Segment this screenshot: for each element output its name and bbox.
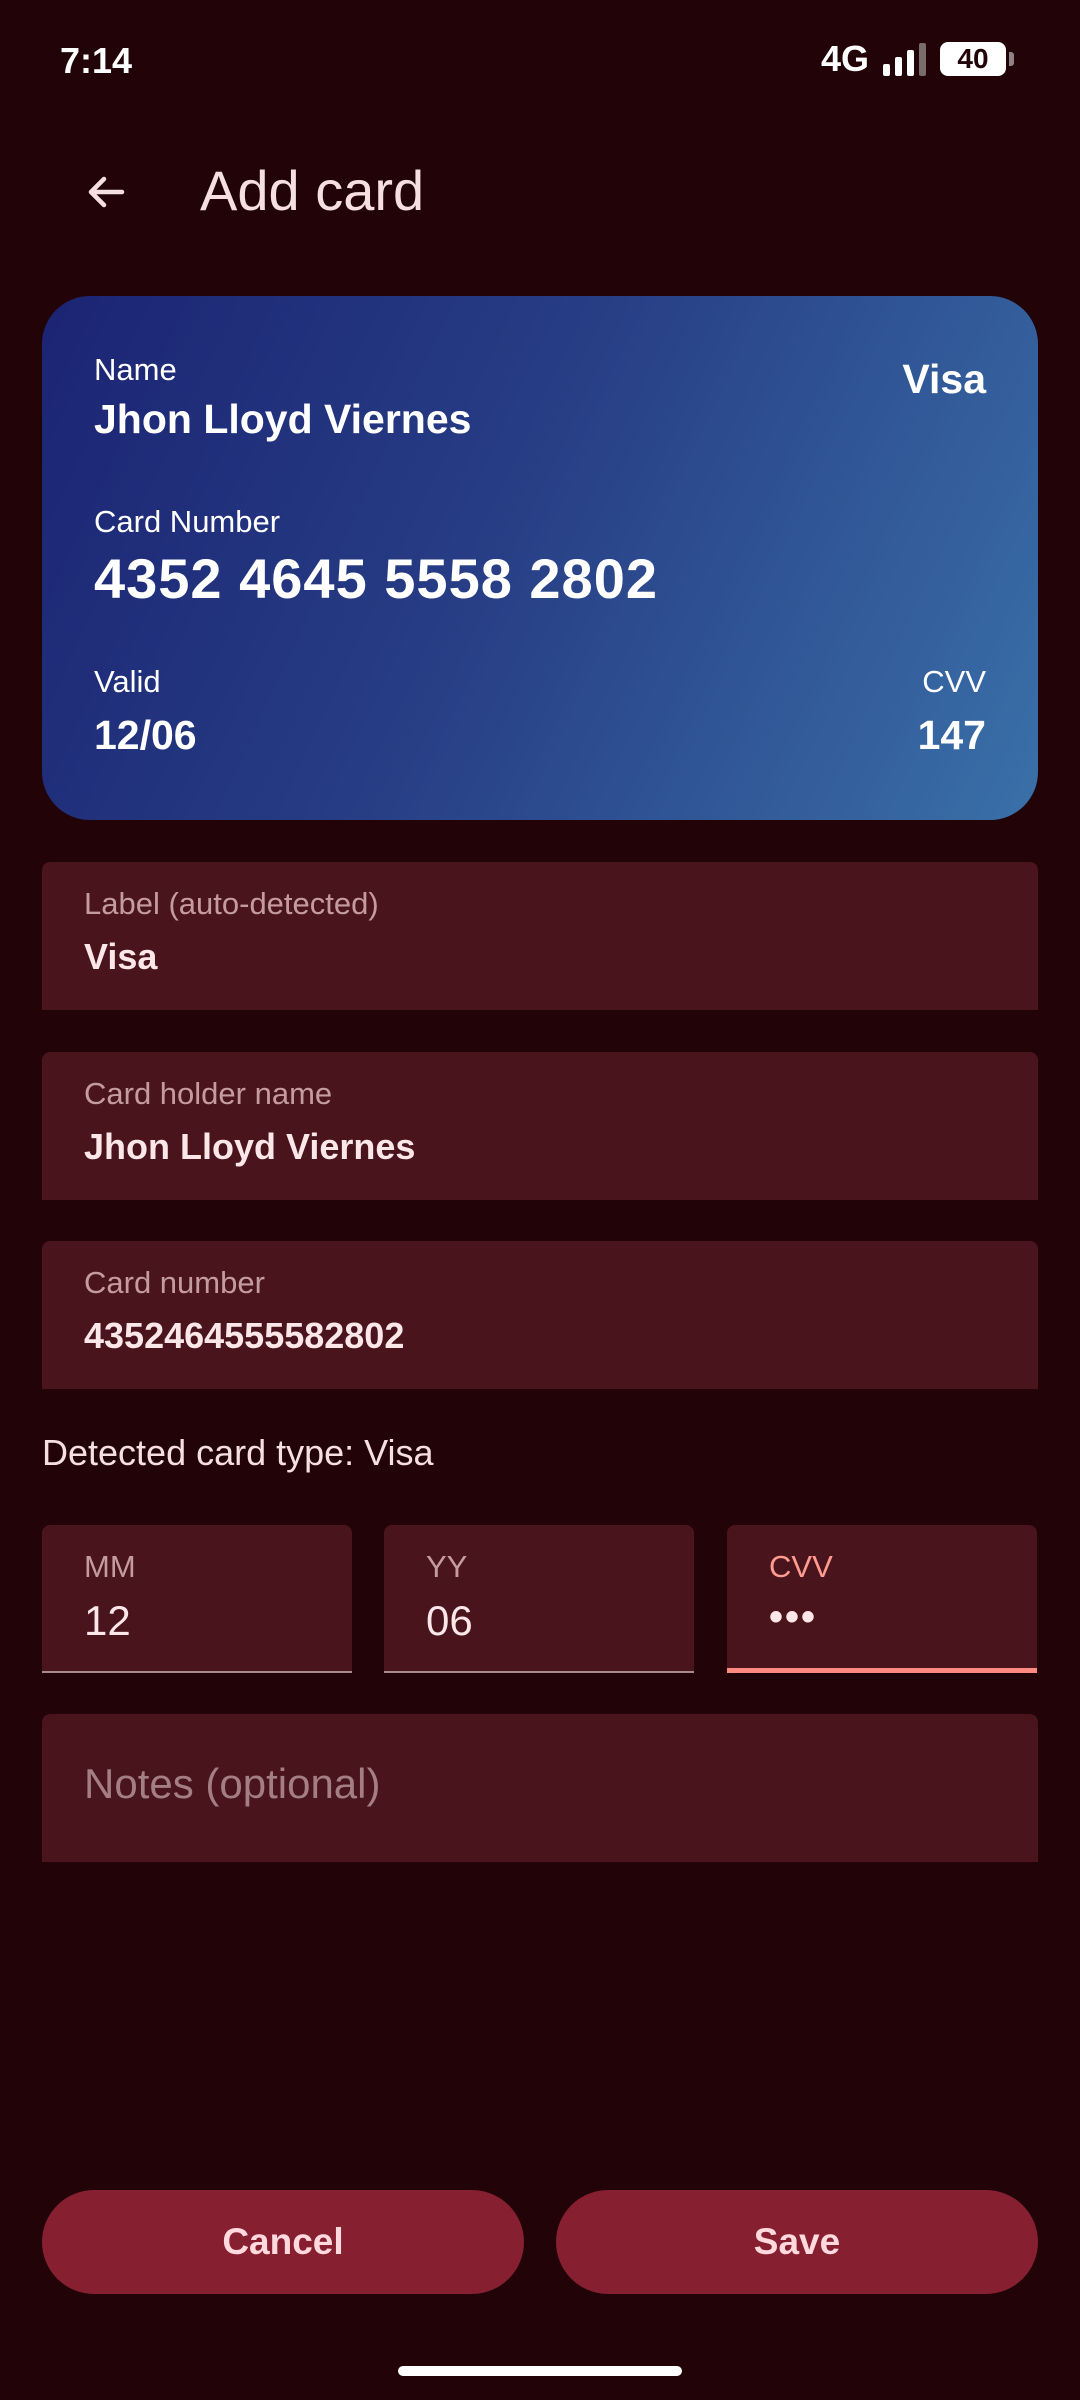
- battery-icon: 40: [940, 42, 1014, 76]
- cvv-value[interactable]: •••: [769, 1595, 817, 1640]
- card-number-field-label: Card number: [84, 1265, 265, 1300]
- expiry-year-underline: [384, 1671, 694, 1673]
- card-number-value: 4352 4645 5558 2802: [94, 547, 658, 610]
- expiry-month-underline: [42, 1671, 352, 1673]
- status-time: 7:14: [60, 40, 133, 81]
- signal-icon: [883, 42, 926, 76]
- top-app-bar: Add card: [0, 140, 1080, 240]
- cancel-button[interactable]: Cancel: [42, 2190, 524, 2294]
- card-preview: Name Jhon Lloyd Viernes Visa Card Number…: [42, 296, 1038, 820]
- card-holder-label: Card holder name: [84, 1076, 333, 1111]
- save-button[interactable]: Save: [556, 2190, 1038, 2294]
- card-valid-value: 12/06: [94, 712, 197, 758]
- status-indicators: 4G 40: [820, 38, 1014, 80]
- status-bar: 7:14 4G 40: [0, 0, 1080, 120]
- card-brand: Visa: [902, 356, 986, 402]
- detected-card-type: Detected card type: Visa: [42, 1432, 434, 1473]
- expiry-month-field[interactable]: MM 12: [42, 1525, 352, 1673]
- cvv-underline: [727, 1668, 1037, 1673]
- arrow-left-icon: [88, 176, 125, 208]
- home-indicator[interactable]: [398, 2366, 682, 2376]
- card-name-value: Jhon Lloyd Viernes: [94, 396, 472, 442]
- cvv-field[interactable]: CVV •••: [727, 1525, 1037, 1673]
- card-number-field[interactable]: Card number 4352464555582802: [42, 1241, 1038, 1389]
- network-type: 4G: [820, 38, 869, 79]
- label-field[interactable]: Label (auto-detected) Visa: [42, 862, 1038, 1010]
- card-number-field-value[interactable]: 4352464555582802: [84, 1315, 404, 1357]
- expiry-year-label: YY: [426, 1549, 468, 1584]
- card-number-label: Card Number: [94, 504, 281, 539]
- expiry-year-field[interactable]: YY 06: [384, 1525, 694, 1673]
- back-button[interactable]: [64, 150, 148, 234]
- label-field-label: Label (auto-detected): [84, 886, 379, 921]
- card-holder-value[interactable]: Jhon Lloyd Viernes: [84, 1126, 415, 1168]
- expiry-year-value[interactable]: 06: [426, 1597, 473, 1645]
- label-field-value[interactable]: Visa: [84, 936, 157, 978]
- card-holder-field[interactable]: Card holder name Jhon Lloyd Viernes: [42, 1052, 1038, 1200]
- notes-field[interactable]: Notes (optional): [42, 1714, 1038, 1862]
- cvv-label: CVV: [769, 1549, 833, 1584]
- card-cvv-value: 147: [917, 712, 986, 758]
- expiry-month-label: MM: [84, 1549, 136, 1584]
- card-valid-label: Valid: [94, 664, 161, 699]
- card-cvv-label: CVV: [922, 664, 986, 699]
- expiry-month-value[interactable]: 12: [84, 1597, 131, 1645]
- battery-level: 40: [957, 43, 989, 74]
- card-name-label: Name: [94, 352, 177, 387]
- page-title: Add card: [200, 159, 425, 222]
- notes-placeholder[interactable]: Notes (optional): [84, 1760, 380, 1808]
